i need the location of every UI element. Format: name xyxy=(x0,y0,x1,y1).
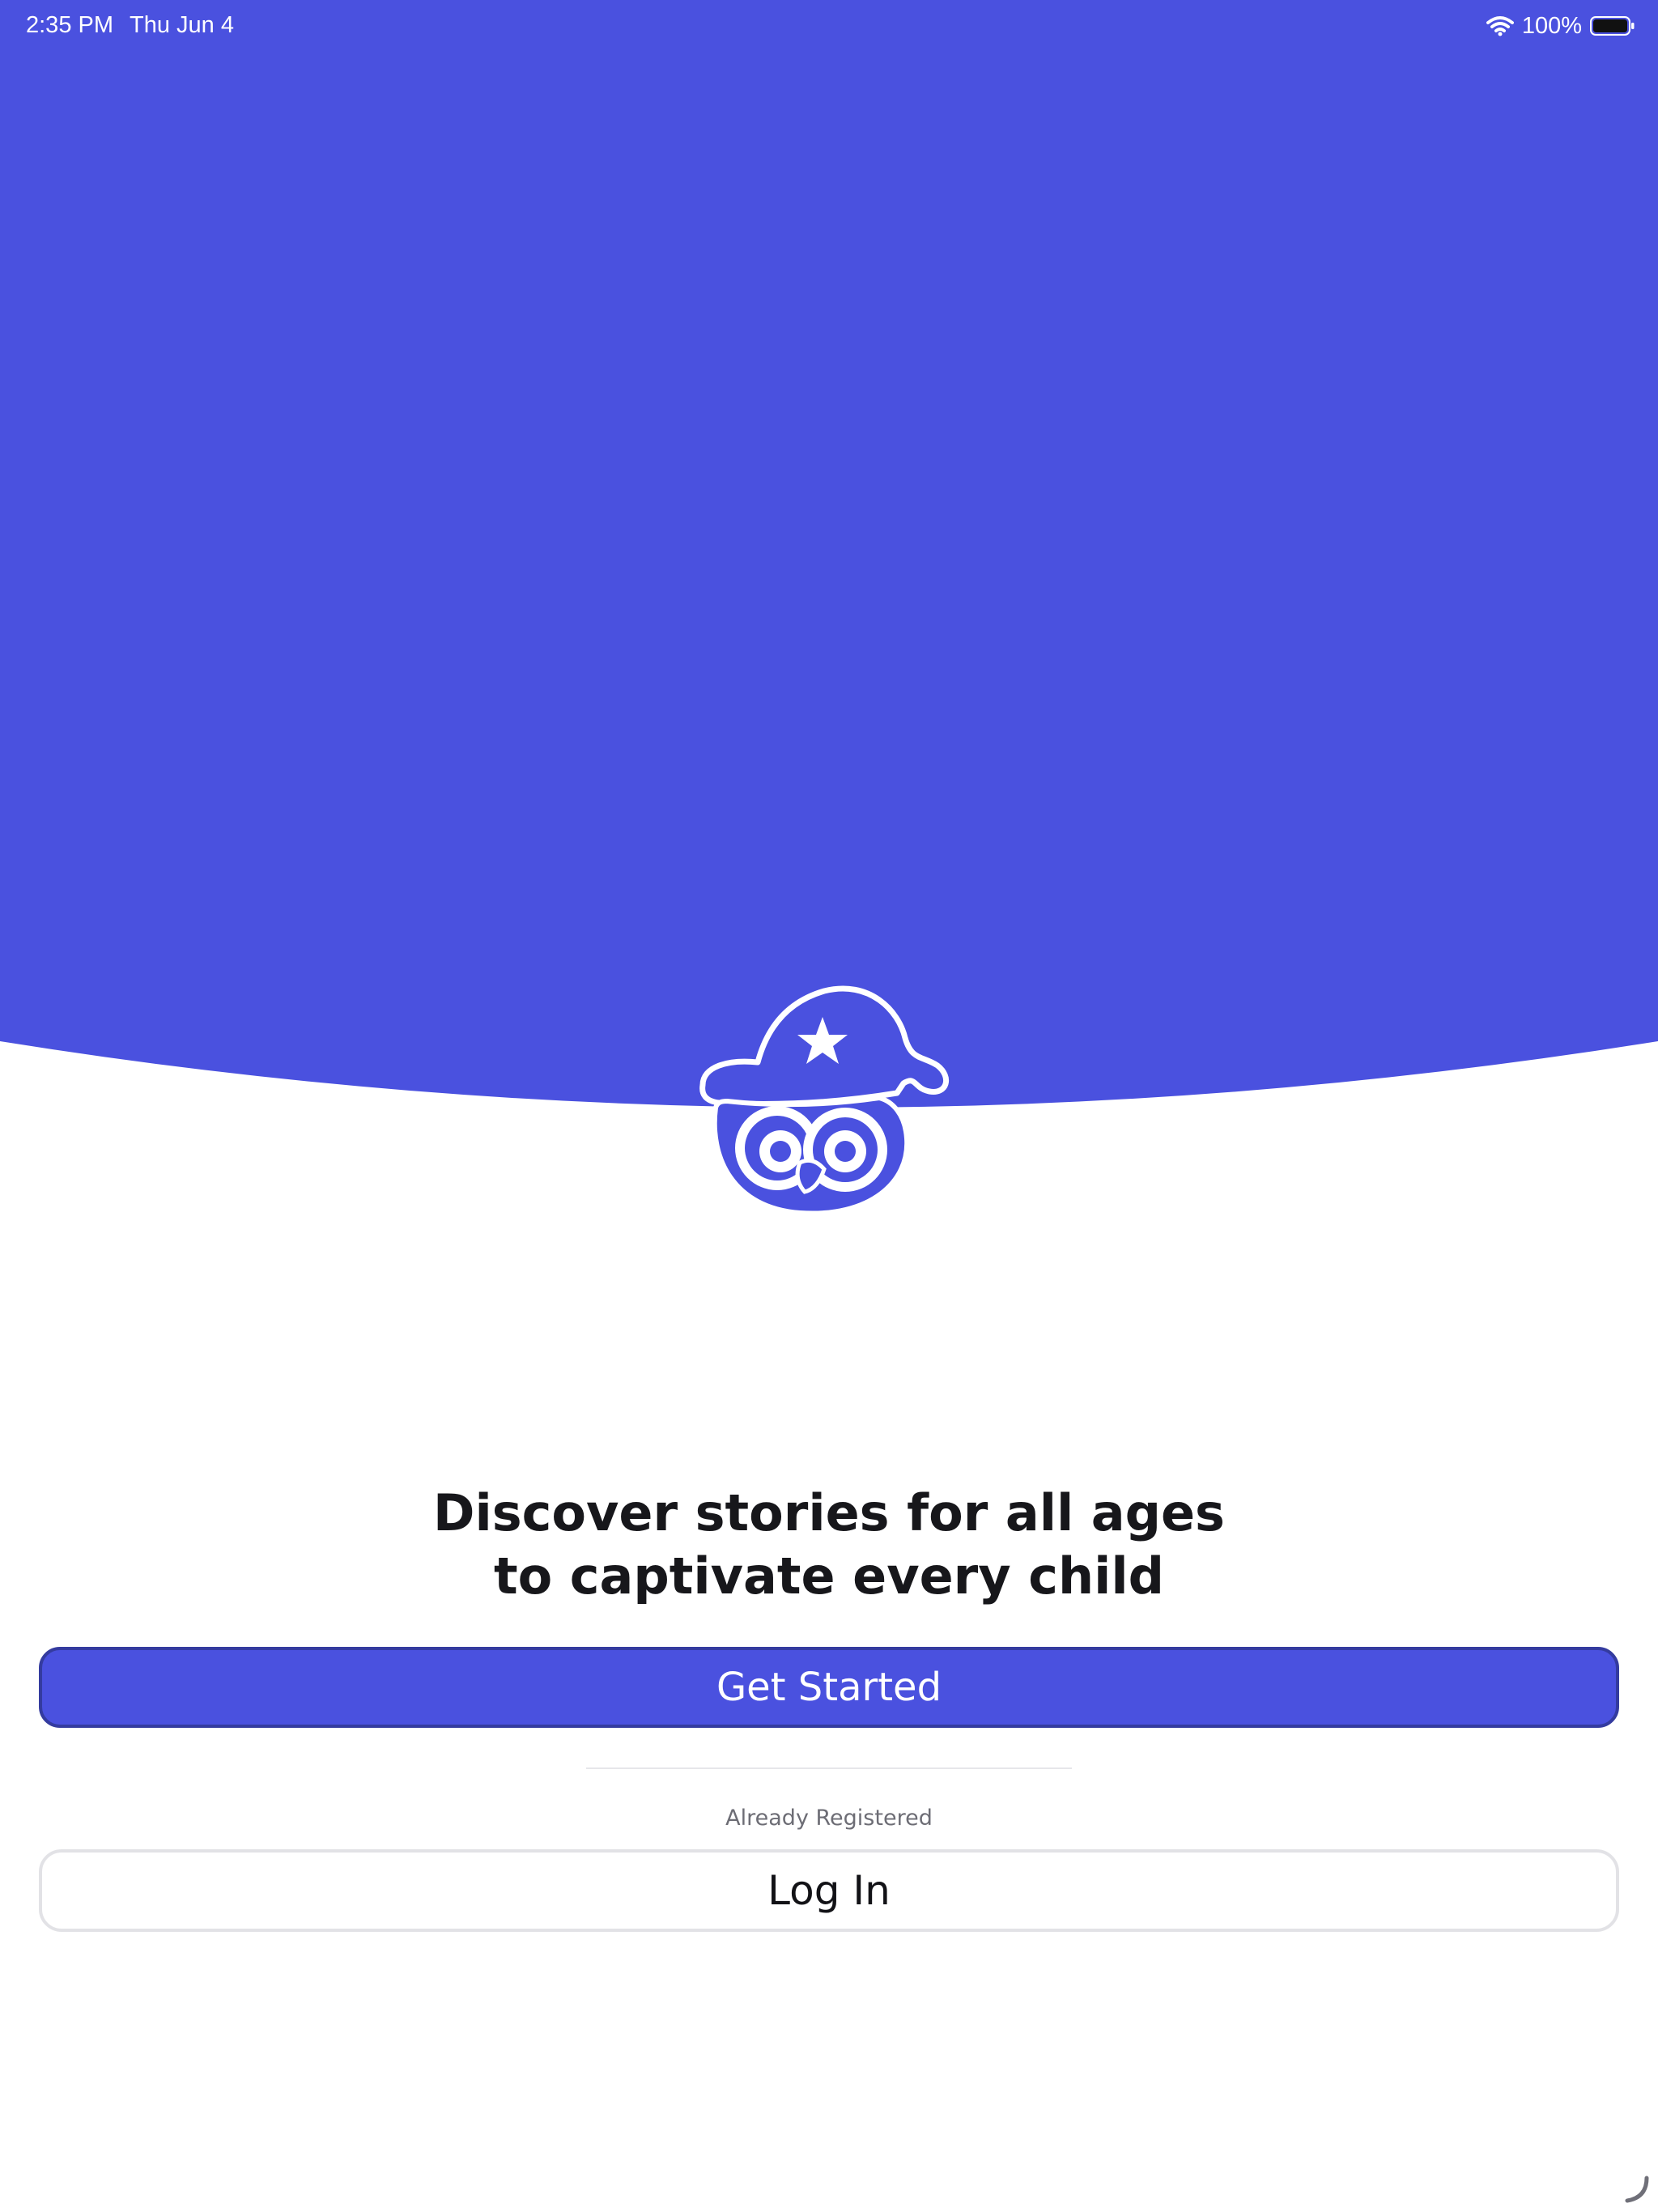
battery-percent: 100% xyxy=(1521,12,1582,39)
status-time: 2:35 PM xyxy=(26,12,113,38)
headline-line-1: Discover stories for all ages xyxy=(433,1483,1225,1542)
corner-handle-icon[interactable] xyxy=(1619,2173,1652,2206)
hero-background xyxy=(0,0,1658,1134)
status-bar: 2:35 PM Thu Jun 4 100% xyxy=(0,0,1658,52)
owl-wizard-logo-icon xyxy=(687,972,970,1231)
login-button[interactable]: Log In xyxy=(39,1849,1619,1932)
already-registered-label: Already Registered xyxy=(725,1806,933,1831)
status-date: Thu Jun 4 xyxy=(130,12,234,38)
get-started-label: Get Started xyxy=(716,1665,942,1710)
wifi-icon xyxy=(1486,15,1514,36)
status-right-group: 100% xyxy=(1486,10,1635,42)
headline-line-2: to captivate every child xyxy=(493,1546,1165,1606)
divider xyxy=(586,1767,1072,1769)
get-started-button[interactable]: Get Started xyxy=(39,1647,1619,1728)
headline: Discover stories for all ages to captiva… xyxy=(0,1482,1658,1608)
battery-icon xyxy=(1590,15,1635,36)
login-label: Log In xyxy=(767,1867,891,1914)
